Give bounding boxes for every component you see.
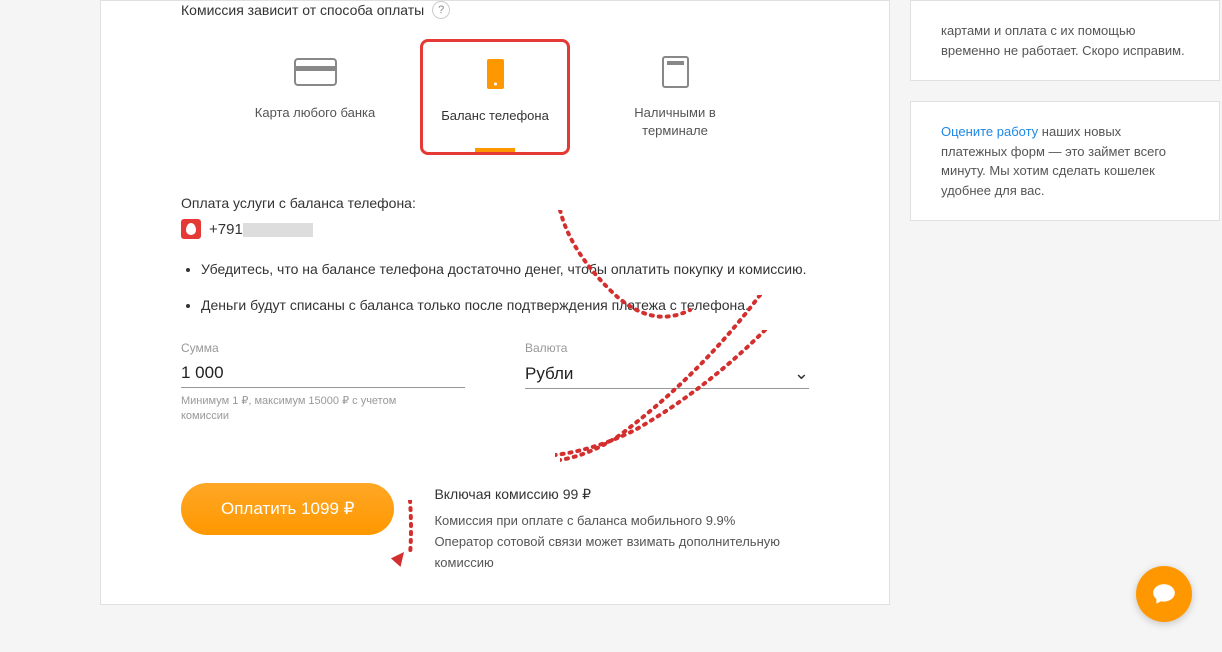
method-card-terminal[interactable]: Наличными в терминале	[600, 39, 750, 155]
operator-icon	[181, 219, 201, 239]
rate-link[interactable]: Оцените работу	[941, 124, 1038, 139]
currency-select[interactable]: Рубли ⌄	[525, 359, 809, 389]
phone-row: +791	[181, 219, 809, 239]
amount-field-wrapper: Сумма Минимум 1 ₽, максимум 15000 ₽ с уч…	[181, 341, 465, 423]
fee-title: Включая комиссию 99 ₽	[434, 483, 809, 505]
chat-fab[interactable]	[1136, 566, 1192, 622]
payment-methods: Карта любого банка Баланс телефона Налич…	[181, 39, 809, 155]
amount-label: Сумма	[181, 341, 465, 355]
currency-field-wrapper: Валюта Рубли ⌄	[525, 341, 809, 423]
help-icon[interactable]: ?	[432, 1, 450, 19]
terminal-icon	[653, 54, 698, 89]
phone-info-label: Оплата услуги с баланса телефона:	[181, 195, 809, 211]
currency-label: Валюта	[525, 341, 809, 355]
notice-panel-1: картами и оплата с их помощью временно н…	[910, 0, 1220, 81]
selected-indicator	[475, 148, 515, 152]
method-label: Карта любого банка	[250, 104, 380, 122]
commission-label: Комиссия зависит от способа оплаты	[181, 2, 424, 18]
method-label: Наличными в терминале	[610, 104, 740, 140]
bullet-item: Убедитесь, что на балансе телефона доста…	[201, 259, 809, 280]
chevron-down-icon: ⌄	[794, 363, 809, 384]
method-label: Баланс телефона	[433, 107, 557, 125]
fee-line: Комиссия при оплате с баланса мобильного…	[434, 511, 809, 532]
phone-icon	[473, 57, 518, 92]
amount-helper: Минимум 1 ₽, максимум 15000 ₽ с учетом к…	[181, 394, 431, 423]
card-icon	[293, 54, 338, 89]
info-bullets: Убедитесь, что на балансе телефона доста…	[181, 259, 809, 316]
phone-mask	[243, 223, 313, 237]
method-card-phone[interactable]: Баланс телефона	[420, 39, 570, 155]
currency-value: Рубли	[525, 364, 573, 384]
amount-input[interactable]	[181, 359, 465, 388]
fee-info: Включая комиссию 99 ₽ Комиссия при оплат…	[434, 483, 809, 574]
pay-button[interactable]: Оплатить 1099 ₽	[181, 483, 394, 535]
notice-panel-2: Оцените работу наших новых платежных фор…	[910, 101, 1220, 221]
phone-number: +791	[209, 221, 313, 238]
chat-icon	[1151, 581, 1177, 607]
bullet-item: Деньги будут списаны с баланса только по…	[201, 295, 809, 316]
method-card-bank[interactable]: Карта любого банка	[240, 39, 390, 155]
fee-line: Оператор сотовой связи может взимать доп…	[434, 532, 809, 574]
